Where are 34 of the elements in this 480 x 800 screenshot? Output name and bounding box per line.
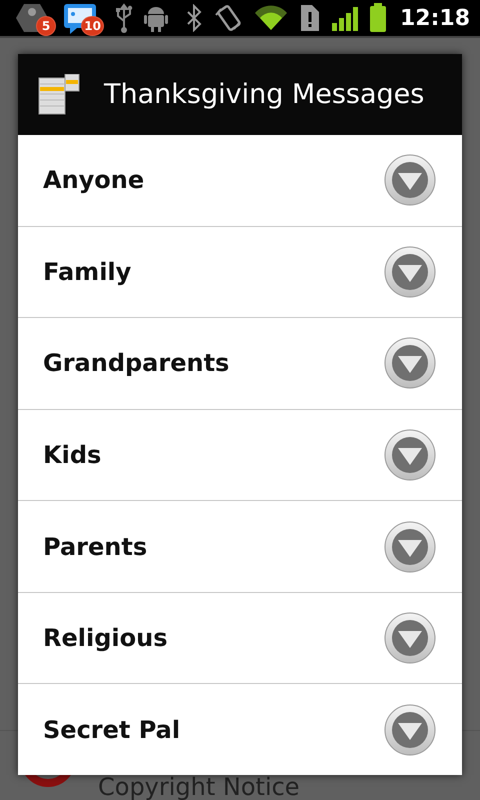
bluetooth-icon	[184, 4, 203, 32]
list-item-label[interactable]: Family	[43, 258, 384, 286]
triangle-down-icon	[384, 246, 436, 298]
battery-icon	[368, 3, 387, 33]
dropdown-button[interactable]	[384, 704, 436, 756]
list-item-label: Copyright Notice	[98, 773, 300, 800]
list-item-label[interactable]: Anyone	[43, 166, 384, 194]
notification-badge: 5	[36, 16, 56, 36]
triangle-down-icon	[384, 612, 436, 664]
triangle-down-icon	[384, 337, 436, 390]
list-item-label[interactable]: Religious	[43, 624, 384, 652]
usb-icon	[115, 3, 133, 33]
notification-badge: 10	[81, 16, 104, 36]
triangle-down-icon	[384, 520, 436, 573]
dropdown-button[interactable]	[384, 154, 436, 206]
triangle-down-icon	[384, 704, 436, 756]
android-icon	[143, 4, 169, 32]
dropdown-button[interactable]	[384, 429, 436, 482]
wifi-icon	[252, 4, 289, 32]
list-item-label[interactable]: Secret Pal	[43, 716, 384, 744]
triangle-down-icon	[384, 429, 436, 482]
document-list-icon	[38, 74, 80, 116]
dialog-title: Thanksgiving Messages	[104, 79, 424, 110]
dropdown-button[interactable]	[384, 520, 436, 573]
list-item-label[interactable]: Kids	[43, 441, 384, 470]
dropdown-button[interactable]	[384, 246, 436, 298]
clock-time: 12:18	[400, 6, 470, 30]
list-item-label[interactable]: Parents	[43, 532, 384, 561]
sd-card-warning-icon	[298, 3, 321, 33]
triangle-down-icon	[384, 154, 436, 206]
list-item-label[interactable]: Grandparents	[43, 349, 384, 378]
vibrate-icon	[212, 3, 243, 33]
dropdown-button[interactable]	[384, 612, 436, 664]
dropdown-button[interactable]	[384, 337, 436, 390]
